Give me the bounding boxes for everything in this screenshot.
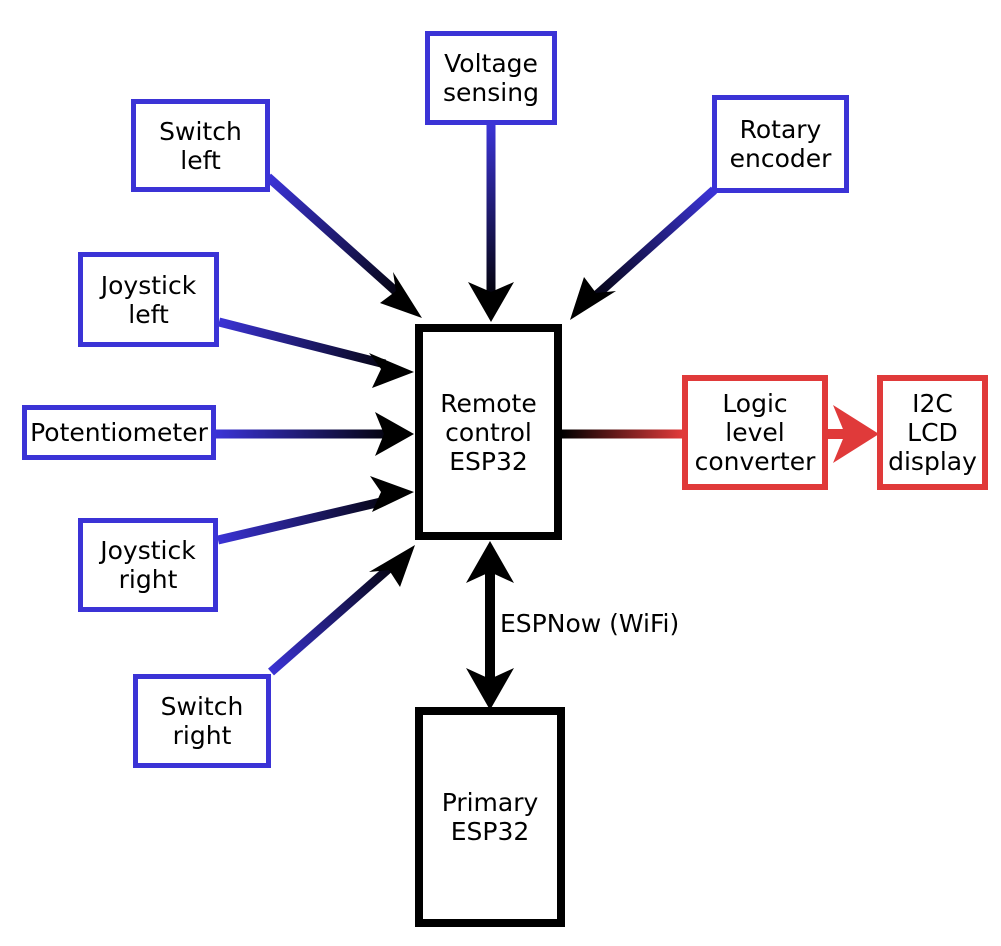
node-label-line: Switch	[160, 692, 244, 721]
edge-voltage-sensing-to-esp32	[468, 122, 514, 322]
node-label-line: I2C	[912, 389, 953, 418]
node-label-line: Voltage	[444, 49, 538, 78]
node-potentiometer-label: Potentiometer	[30, 418, 208, 447]
node-voltage-sensing-label: Voltage sensing	[443, 49, 539, 107]
node-joystick-right[interactable]: Joystick right	[78, 518, 218, 612]
node-logic-level-converter[interactable]: Logic level converter	[682, 375, 828, 490]
node-label-line: converter	[694, 447, 816, 476]
diagram-canvas: Voltage sensing Switch left Rotary encod…	[0, 0, 1001, 946]
node-joystick-left-label: Joystick left	[101, 271, 196, 329]
node-label-line: right	[118, 565, 178, 594]
edge-rotary-encoder-to-esp32	[570, 186, 717, 320]
node-label-line: Switch	[159, 116, 242, 146]
edge-label-espnow-wifi: ESPNow (WiFi)	[500, 609, 680, 638]
node-potentiometer[interactable]: Potentiometer	[22, 405, 216, 460]
node-label-line: Potentiometer	[30, 418, 208, 447]
node-label-line: ESP32	[450, 817, 530, 846]
node-logic-level-converter-label: Logic level converter	[695, 389, 816, 476]
edge-logic-level-converter-to-lcd	[826, 405, 879, 463]
node-primary-esp32-label: Primary ESP32	[442, 788, 539, 846]
node-joystick-left[interactable]: Joystick left	[78, 252, 219, 347]
node-primary-esp32[interactable]: Primary ESP32	[415, 707, 565, 927]
node-remote-control-esp32-label: Remote control ESP32	[440, 389, 536, 476]
node-label-line: Primary	[441, 788, 539, 817]
node-label-line: Logic	[722, 389, 788, 418]
node-rotary-encoder-label: Rotary encoder	[730, 115, 832, 173]
edge-switch-left-to-esp32	[264, 173, 422, 318]
node-switch-left[interactable]: Switch left	[131, 99, 270, 192]
edge-joystick-right-to-esp32	[216, 476, 414, 545]
node-label-line: Joystick	[100, 270, 197, 300]
node-label-line: sensing	[443, 78, 539, 107]
node-switch-right[interactable]: Switch right	[133, 674, 271, 768]
node-label-line: ESP32	[449, 446, 528, 476]
node-label-line: right	[172, 721, 232, 750]
node-label-line: left	[128, 299, 169, 329]
node-rotary-encoder[interactable]: Rotary encoder	[712, 95, 849, 193]
node-label-line: display	[888, 447, 977, 476]
node-label-line: LCD	[907, 418, 958, 447]
node-label-line: encoder	[729, 144, 832, 173]
node-switch-right-label: Switch right	[161, 692, 244, 750]
node-label-line: control	[445, 417, 532, 447]
node-switch-left-label: Switch left	[159, 117, 242, 175]
node-label-line: Remote	[440, 388, 537, 418]
edge-switch-right-to-esp32	[268, 545, 415, 676]
node-i2c-lcd-display[interactable]: I2C LCD display	[877, 375, 988, 490]
node-voltage-sensing[interactable]: Voltage sensing	[425, 31, 557, 125]
node-label-line: Rotary	[739, 115, 822, 144]
node-remote-control-esp32[interactable]: Remote control ESP32	[415, 324, 562, 540]
edge-joystick-left-to-esp32	[217, 317, 414, 388]
node-i2c-lcd-display-label: I2C LCD display	[888, 389, 977, 476]
node-label-line: level	[725, 418, 785, 447]
node-label-line: Joystick	[100, 536, 196, 565]
edge-potentiometer-to-esp32	[216, 412, 414, 456]
node-joystick-right-label: Joystick right	[100, 536, 195, 594]
node-label-line: left	[180, 145, 221, 175]
